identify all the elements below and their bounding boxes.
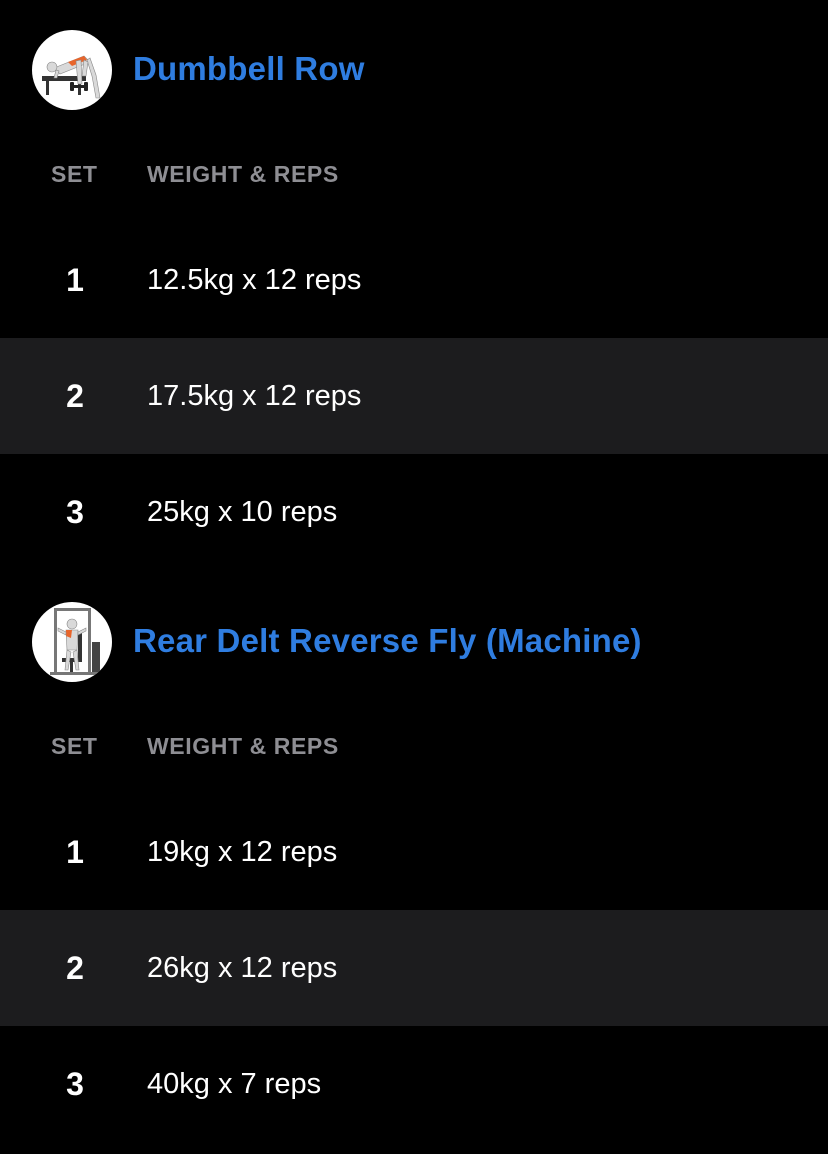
- set-weight-reps: 40kg x 7 reps: [147, 1068, 322, 1100]
- set-weight-reps: 25kg x 10 reps: [147, 496, 338, 528]
- exercise-title[interactable]: Rear Delt Reverse Fly (Machine): [133, 622, 642, 660]
- weight-reps-column-header: WEIGHT & REPS: [147, 733, 339, 759]
- set-column-header: SET: [51, 161, 98, 187]
- set-number: 2: [66, 950, 84, 986]
- set-row[interactable]: 2 17.5kg x 12 reps: [0, 338, 828, 454]
- set-number: 3: [66, 1066, 84, 1102]
- set-number: 2: [66, 378, 84, 414]
- exercise-header[interactable]: Rear Delt Reverse Fly (Machine): [0, 602, 828, 682]
- set-number: 1: [66, 834, 84, 870]
- set-row[interactable]: 3 25kg x 10 reps: [0, 454, 828, 570]
- weight-reps-column-header: WEIGHT & REPS: [147, 161, 339, 187]
- set-number: 1: [66, 262, 84, 298]
- set-weight-reps: 12.5kg x 12 reps: [147, 264, 362, 296]
- set-weight-reps: 17.5kg x 12 reps: [147, 380, 362, 412]
- set-row[interactable]: 1 12.5kg x 12 reps: [0, 222, 828, 338]
- set-column-header: SET: [51, 733, 98, 759]
- exercise-header[interactable]: Dumbbell Row: [0, 30, 828, 110]
- set-number: 3: [66, 494, 84, 530]
- set-row[interactable]: 1 19kg x 12 reps: [0, 794, 828, 910]
- set-weight-reps: 26kg x 12 reps: [147, 952, 338, 984]
- set-row[interactable]: 2 26kg x 12 reps: [0, 910, 828, 1026]
- set-row[interactable]: 3 40kg x 7 reps: [0, 1026, 828, 1142]
- set-weight-reps: 19kg x 12 reps: [147, 836, 338, 868]
- exercise-title[interactable]: Dumbbell Row: [133, 50, 365, 88]
- dumbbell-row-icon[interactable]: [32, 30, 112, 110]
- rear-delt-machine-icon[interactable]: [32, 602, 112, 682]
